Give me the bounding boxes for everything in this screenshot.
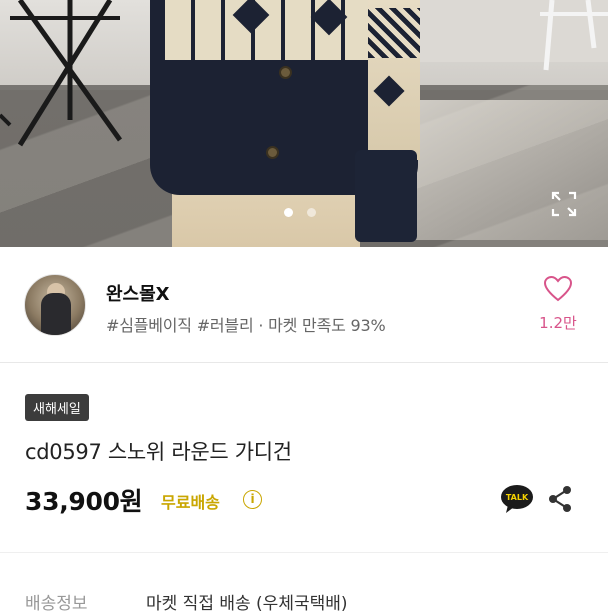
- avatar[interactable]: [24, 274, 86, 336]
- seller-name[interactable]: 완스몰X: [106, 280, 170, 306]
- photo-sleeve-pattern: [368, 8, 420, 58]
- photo-easel: [0, 0, 123, 147]
- kakao-talk-icon[interactable]: TALK: [500, 484, 534, 514]
- avatar-figure: [41, 293, 71, 335]
- product-price: 33,900원: [25, 487, 143, 516]
- heart-outline-icon: [543, 275, 573, 302]
- carousel-dot-active[interactable]: [284, 208, 293, 217]
- kakao-talk-label: TALK: [506, 493, 529, 502]
- carousel-indicator: [284, 208, 316, 217]
- seller-row[interactable]: 완스몰X #심플베이직 #러블리 · 마켓 만족도 93% 1.2만: [0, 260, 608, 348]
- product-image[interactable]: [0, 0, 608, 247]
- product-title: cd0597 스노위 라운드 가디건: [25, 440, 292, 464]
- expand-icon[interactable]: [550, 190, 578, 218]
- like-count: 1.2만: [539, 314, 577, 332]
- free-shipping-label: 무료배송: [161, 493, 220, 512]
- share-icon[interactable]: [547, 484, 573, 514]
- photo-cuff: [355, 150, 417, 242]
- photo-cardigan-button: [266, 146, 279, 159]
- delivery-info-value: 마켓 직접 배송 (우체국택배): [146, 594, 348, 614]
- section-divider: [0, 362, 608, 363]
- delivery-info-label: 배송정보: [25, 594, 88, 614]
- carousel-dot[interactable]: [307, 208, 316, 217]
- sale-badge: 새해세일: [25, 394, 89, 421]
- photo-sunlight: [410, 100, 608, 240]
- photo-chair: [540, 0, 608, 71]
- photo-cardigan-button: [279, 66, 292, 79]
- like-button[interactable]: 1.2만: [534, 275, 582, 333]
- seller-tags: #심플베이직 #러블리 · 마켓 만족도 93%: [106, 316, 386, 335]
- info-icon[interactable]: i: [243, 490, 262, 509]
- section-divider: [0, 552, 608, 553]
